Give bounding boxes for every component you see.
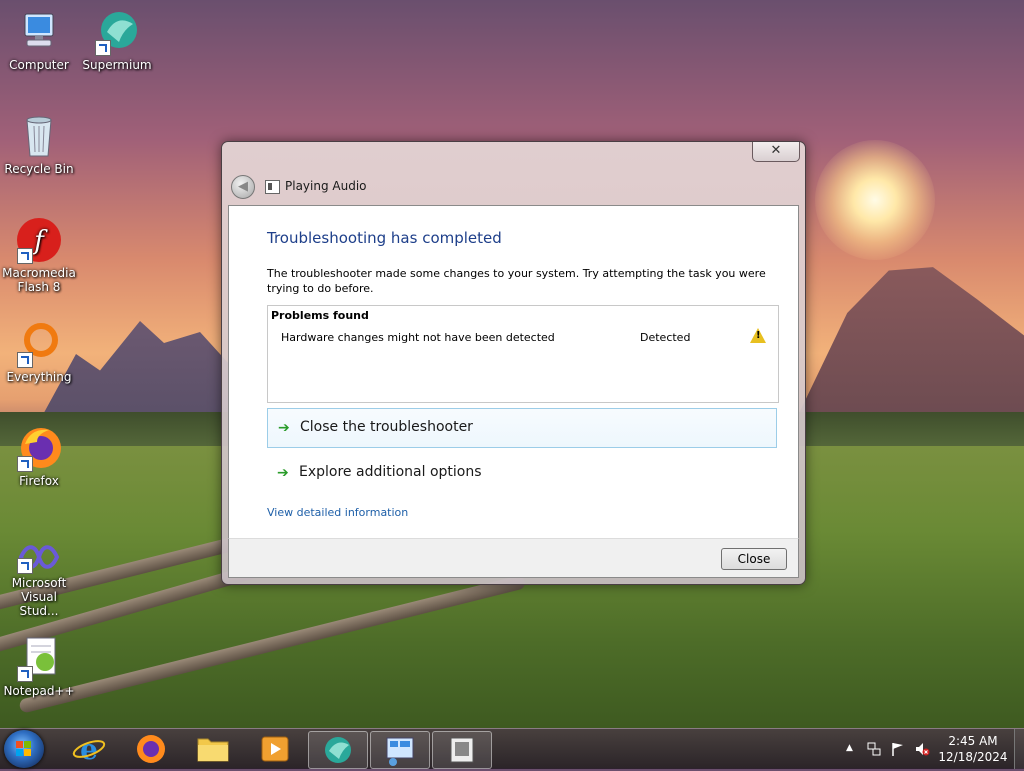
- flash-icon: f: [15, 216, 63, 264]
- everything-icon: [15, 320, 63, 368]
- volume-muted-icon: [916, 743, 930, 756]
- close-troubleshooter-option[interactable]: ➔ Close the troubleshooter: [267, 408, 777, 448]
- supermium-icon: [93, 8, 141, 56]
- shortcut-arrow-icon: [95, 40, 111, 56]
- close-icon: ✕: [770, 143, 782, 158]
- document-window-icon: [450, 737, 474, 763]
- troubleshooter-window: ✕ ◀ Playing Audio Troubleshooting has co…: [221, 141, 806, 585]
- page-heading: Troubleshooting has completed: [267, 229, 502, 247]
- show-hidden-icons-button[interactable]: ▲: [846, 743, 853, 753]
- clock-date: 12/18/2024: [938, 750, 1008, 764]
- window-footer: Close: [228, 538, 799, 578]
- desktop-icon-macromedia-flash[interactable]: f Macromedia Flash 8: [1, 216, 77, 294]
- problem-name: Hardware changes might not have been det…: [281, 331, 555, 344]
- back-arrow-icon: ◀: [238, 179, 248, 194]
- shortcut-arrow-icon: [17, 456, 33, 472]
- shortcut-arrow-icon: [17, 558, 33, 574]
- svg-text:e: e: [80, 733, 98, 766]
- green-arrow-icon: ➔: [277, 465, 289, 481]
- media-player-icon: [261, 736, 289, 762]
- desktop-icon-recycle-bin[interactable]: Recycle Bin: [1, 112, 77, 176]
- taskbar-troubleshooter[interactable]: [370, 731, 430, 769]
- taskbar: e ▲ 2:45 AM 12/18/2024: [0, 728, 1024, 769]
- option-label: Explore additional options: [299, 464, 482, 480]
- taskbar-internet-explorer[interactable]: e: [60, 731, 118, 767]
- troubleshooter-app-icon: [386, 737, 414, 766]
- shortcut-arrow-icon: [17, 248, 33, 264]
- desktop-icon-label: Computer: [9, 58, 69, 72]
- taskbar-clock[interactable]: 2:45 AM 12/18/2024: [938, 733, 1008, 765]
- recycle-bin-icon: [15, 112, 63, 160]
- taskbar-troubleshooter-window[interactable]: [432, 731, 492, 769]
- network-icon: [867, 742, 881, 756]
- desktop-icon-supermium[interactable]: Supermium: [79, 8, 155, 72]
- internet-explorer-icon: e: [72, 733, 106, 766]
- content-panel: Troubleshooting has completed The troubl…: [228, 205, 799, 539]
- description-text: The troubleshooter made some changes to …: [267, 267, 766, 295]
- taskbar-file-explorer[interactable]: [184, 731, 242, 767]
- problems-header: Problems found: [271, 309, 369, 322]
- volume-tray-icon[interactable]: [914, 741, 930, 760]
- desktop-icon-label: Supermium: [82, 58, 152, 72]
- window-close-button[interactable]: ✕: [752, 142, 800, 162]
- desktop-icon-visual-studio[interactable]: Microsoft Visual Stud...: [1, 540, 77, 618]
- troubleshooter-icon: [265, 180, 280, 194]
- visual-studio-icon: [15, 540, 63, 574]
- firefox-icon: [15, 424, 63, 472]
- back-button[interactable]: ◀: [231, 175, 255, 199]
- desktop-icon-everything[interactable]: Everything: [1, 320, 77, 384]
- explore-options-option[interactable]: ➔ Explore additional options: [267, 454, 775, 492]
- desktop-icon-notepad-plus-plus[interactable]: Notepad++: [1, 634, 77, 698]
- problems-found-list: Problems found Hardware changes might no…: [267, 305, 779, 403]
- problem-status: Detected: [640, 331, 691, 344]
- desktop-icon-label: Microsoft Visual Stud...: [11, 576, 67, 618]
- firefox-icon: [137, 735, 165, 763]
- green-arrow-icon: ➔: [278, 420, 290, 436]
- warning-icon: [750, 328, 766, 343]
- chevron-up-icon: ▲: [846, 743, 853, 753]
- computer-icon: [15, 8, 63, 56]
- taskbar-supermium[interactable]: [308, 731, 368, 769]
- taskbar-firefox[interactable]: [122, 731, 180, 767]
- desktop-icon-label: Everything: [6, 370, 72, 384]
- shortcut-arrow-icon: [17, 352, 33, 368]
- desktop-icon-firefox[interactable]: Firefox: [1, 424, 77, 488]
- start-button[interactable]: [4, 730, 44, 768]
- folder-icon: [197, 738, 229, 762]
- mountain-right: [790, 267, 1024, 432]
- view-detailed-information-link[interactable]: View detailed information: [267, 506, 408, 519]
- action-center-tray-icon[interactable]: [890, 741, 906, 760]
- windows-logo-icon: [16, 741, 32, 757]
- clock-time: 2:45 AM: [948, 734, 998, 748]
- shortcut-arrow-icon: [17, 666, 33, 682]
- window-title: Playing Audio: [285, 179, 367, 193]
- desktop-icon-label: Notepad++: [3, 684, 75, 698]
- network-tray-icon[interactable]: [866, 741, 882, 760]
- desktop-icon-label: Recycle Bin: [4, 162, 74, 176]
- flag-icon: [892, 743, 903, 756]
- desktop-icon-computer[interactable]: Computer: [1, 8, 77, 72]
- option-label: Close the troubleshooter: [300, 419, 473, 435]
- desktop-icon-label: Macromedia Flash 8: [2, 266, 76, 294]
- notepad-plus-plus-icon: [15, 634, 63, 682]
- close-button[interactable]: Close: [721, 548, 787, 570]
- supermium-icon: [325, 737, 351, 763]
- sun: [815, 140, 935, 260]
- desktop-icon-label: Firefox: [19, 474, 59, 488]
- taskbar-media-player[interactable]: [246, 731, 304, 767]
- show-desktop-button[interactable]: [1014, 729, 1024, 769]
